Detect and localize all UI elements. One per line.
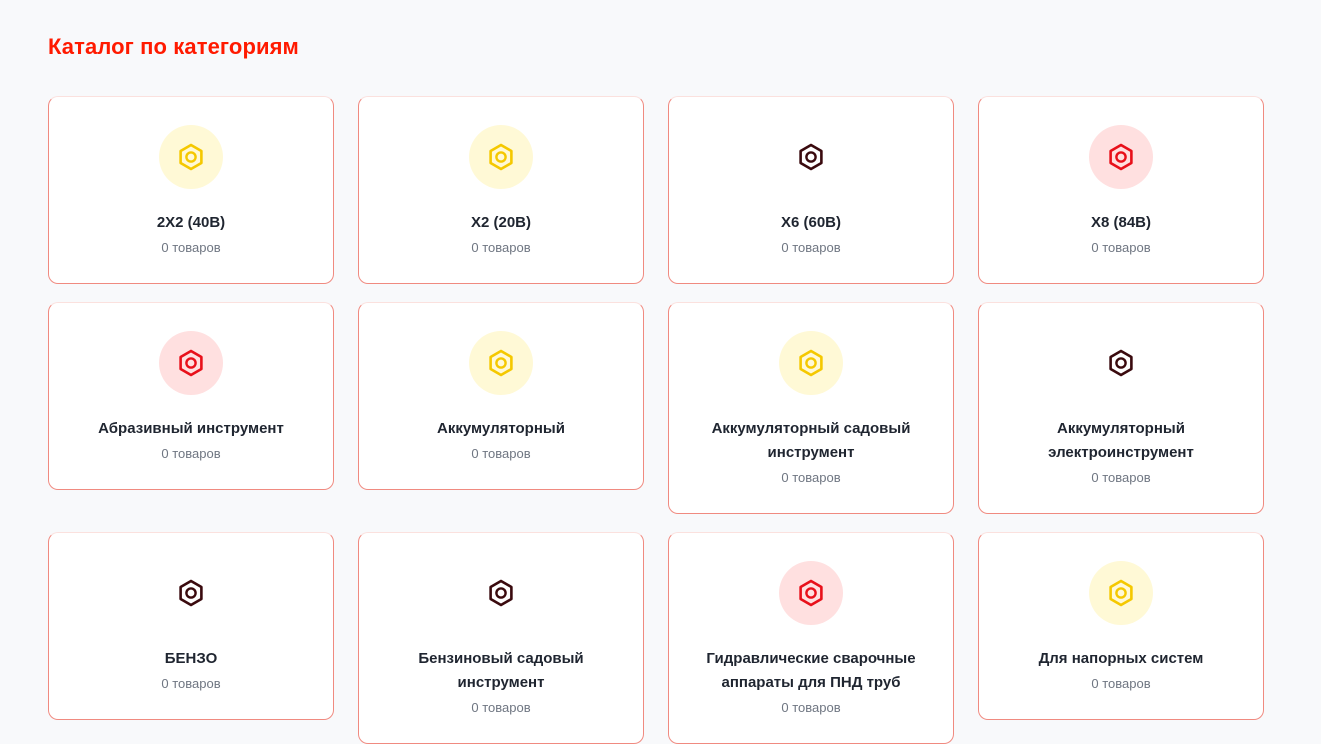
- hex-nut-icon: [799, 143, 823, 171]
- category-card[interactable]: Для напорных систем 0 товаров: [978, 532, 1264, 720]
- category-count: 0 товаров: [161, 446, 221, 461]
- category-name: Аккумуляторный: [437, 420, 565, 437]
- category-icon-circle: [779, 125, 843, 189]
- category-icon-circle: [1089, 561, 1153, 625]
- category-icon-circle: [469, 561, 533, 625]
- category-icon-circle: [469, 125, 533, 189]
- category-name: БЕНЗО: [164, 650, 218, 667]
- category-card[interactable]: Х8 (84В) 0 товаров: [978, 96, 1264, 284]
- category-card[interactable]: Бензиновый садовый инструмент 0 товаров: [358, 532, 644, 744]
- category-icon-circle: [159, 331, 223, 395]
- hex-nut-icon: [179, 143, 203, 171]
- category-icon-circle: [1089, 331, 1153, 395]
- category-icon-circle: [159, 561, 223, 625]
- category-icon-circle: [779, 561, 843, 625]
- category-count: 0 товаров: [1091, 676, 1151, 691]
- category-count: 0 товаров: [781, 470, 841, 485]
- category-name: Абразивный инструмент: [98, 420, 284, 437]
- category-card[interactable]: Аккумуляторный садовый инструмент 0 товар…: [668, 302, 954, 514]
- page-title: Каталог по категориям: [48, 34, 299, 59]
- hex-nut-icon: [1109, 349, 1133, 377]
- category-name: Х2 (20В): [470, 214, 532, 231]
- category-name: Аккумуляторный электроинструмент: [1048, 420, 1194, 461]
- category-card[interactable]: Аккумуляторный 0 товаров: [358, 302, 644, 490]
- category-count: 0 товаров: [1091, 240, 1151, 255]
- category-icon-circle: [159, 125, 223, 189]
- category-count: 0 товаров: [161, 240, 221, 255]
- category-name: Х8 (84В): [1090, 214, 1152, 231]
- category-card[interactable]: Абразивный инструмент 0 товаров: [48, 302, 334, 490]
- category-icon-circle: [469, 331, 533, 395]
- category-card[interactable]: Аккумуляторный электроинструмент 0 товаро…: [978, 302, 1264, 514]
- category-count: 0 товаров: [1091, 470, 1151, 485]
- hex-nut-icon: [799, 349, 823, 377]
- category-name: 2Х2 (40В): [156, 214, 226, 231]
- hex-nut-icon: [179, 349, 203, 377]
- hex-nut-icon: [1109, 579, 1133, 607]
- category-card[interactable]: БЕНЗО 0 товаров: [48, 532, 334, 720]
- category-count: 0 товаров: [781, 240, 841, 255]
- category-name: Для напорных систем: [1038, 650, 1204, 667]
- hex-nut-icon: [1109, 143, 1133, 171]
- category-card[interactable]: 2Х2 (40В) 0 товаров: [48, 96, 334, 284]
- category-count: 0 товаров: [471, 700, 531, 715]
- category-count: 0 товаров: [161, 676, 221, 691]
- category-icon-circle: [1089, 125, 1153, 189]
- category-icon-circle: [779, 331, 843, 395]
- hex-nut-icon: [489, 579, 513, 607]
- hex-nut-icon: [799, 579, 823, 607]
- category-count: 0 товаров: [781, 700, 841, 715]
- category-card[interactable]: Х6 (60В) 0 товаров: [668, 96, 954, 284]
- category-count: 0 товаров: [471, 240, 531, 255]
- category-count: 0 товаров: [471, 446, 531, 461]
- category-name: Гидравлические сварочные аппараты для ПН…: [706, 650, 916, 691]
- hex-nut-icon: [489, 349, 513, 377]
- category-name: Аккумуляторный садовый инструмент: [711, 420, 911, 461]
- category-card[interactable]: Х2 (20В) 0 товаров: [358, 96, 644, 284]
- category-name: Бензиновый садовый инструмент: [418, 650, 584, 691]
- hex-nut-icon: [489, 143, 513, 171]
- category-card[interactable]: Гидравлические сварочные аппараты для ПН…: [668, 532, 954, 744]
- hex-nut-icon: [179, 579, 203, 607]
- category-name: Х6 (60В): [780, 214, 842, 231]
